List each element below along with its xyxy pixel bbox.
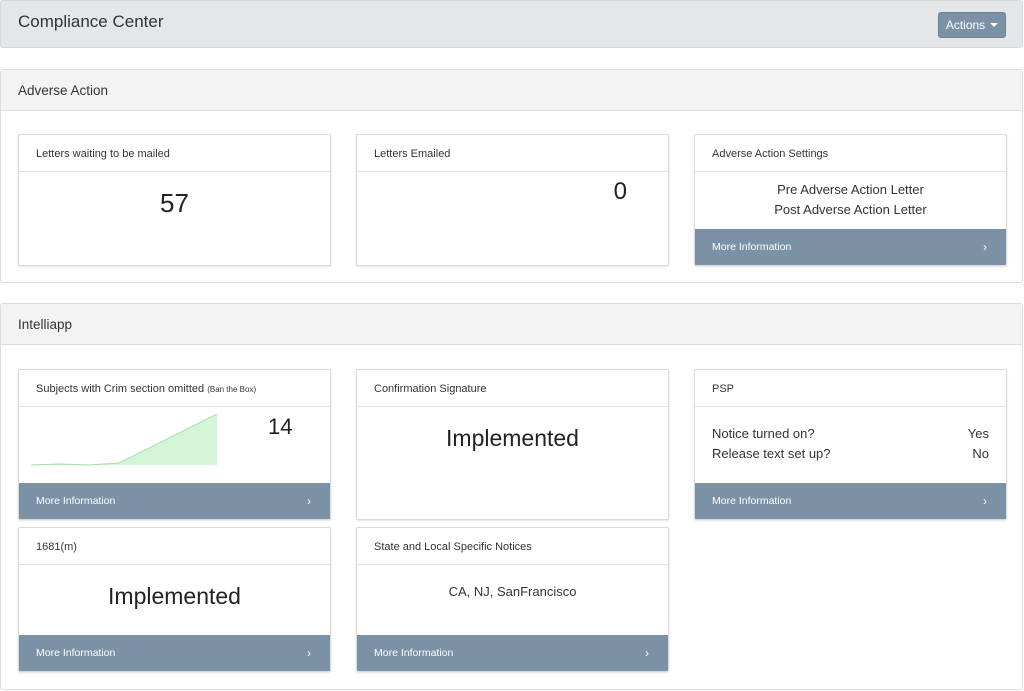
letters-waiting-card: Letters waiting to be mailed 57 (18, 134, 331, 266)
actions-label: Actions (945, 18, 986, 32)
chevron-right-icon: › (983, 240, 987, 254)
card-title: Subjects with Crim section omitted (Ban … (19, 370, 330, 407)
chevron-right-icon: › (983, 494, 987, 508)
chevron-right-icon: › (307, 494, 311, 508)
fcra-1681m-status: Implemented (108, 583, 241, 609)
adverse-action-section: Adverse Action Letters waiting to be mai… (0, 69, 1023, 283)
chevron-right-icon: › (645, 646, 649, 660)
more-information-label: More Information (712, 495, 792, 507)
confirmation-signature-status: Implemented (446, 425, 579, 451)
psp-row-release: Release text set up? No (712, 446, 989, 461)
letters-waiting-count: 57 (160, 188, 189, 218)
more-information-link[interactable]: More Information › (695, 229, 1006, 265)
confirmation-signature-card: Confirmation Signature Implemented (356, 369, 669, 520)
state-local-notices-value: CA, NJ, SanFrancisco (448, 584, 577, 599)
more-information-link[interactable]: More Information › (695, 483, 1006, 519)
card-title: Adverse Action Settings (695, 135, 1006, 172)
card-title-text: Subjects with Crim section omitted (36, 383, 205, 395)
psp-card: PSP Notice turned on? Yes Release text s… (694, 369, 1007, 520)
state-local-notices-card: State and Local Specific Notices CA, NJ,… (356, 527, 669, 672)
card-title: PSP (695, 370, 1006, 407)
card-title: State and Local Specific Notices (357, 528, 668, 565)
crim-omitted-sparkline (30, 414, 218, 466)
crim-omitted-card: Subjects with Crim section omitted (Ban … (18, 369, 331, 520)
more-information-label: More Information (712, 241, 792, 253)
section-title: Adverse Action (1, 70, 1022, 111)
intelliapp-section: Intelliapp Subjects with Crim section om… (0, 303, 1023, 690)
psp-row-label: Notice turned on? (712, 426, 815, 441)
letters-emailed-card: Letters Emailed 0 (356, 134, 669, 266)
actions-dropdown-button[interactable]: Actions (938, 12, 1006, 38)
section-title: Intelliapp (1, 304, 1022, 345)
letters-emailed-count: 0 (613, 178, 627, 205)
more-information-label: More Information (36, 647, 116, 659)
crim-omitted-count: 14 (268, 414, 293, 439)
pre-adverse-letter: Pre Adverse Action Letter (777, 182, 924, 197)
more-information-link[interactable]: More Information › (19, 483, 330, 519)
psp-row-value: No (972, 446, 989, 461)
psp-row-notice: Notice turned on? Yes (712, 426, 989, 441)
post-adverse-letter: Post Adverse Action Letter (774, 202, 927, 217)
page-title: Compliance Center (18, 12, 164, 31)
more-information-label: More Information (36, 495, 116, 507)
more-information-label: More Information (374, 647, 454, 659)
more-information-link[interactable]: More Information › (19, 635, 330, 671)
chevron-right-icon: › (307, 646, 311, 660)
psp-row-value: Yes (967, 426, 989, 441)
card-title: Letters waiting to be mailed (19, 135, 330, 172)
card-title: 1681(m) (19, 528, 330, 565)
psp-row-label: Release text set up? (712, 446, 831, 461)
more-information-link[interactable]: More Information › (357, 635, 668, 671)
adverse-action-settings-card: Adverse Action Settings Pre Adverse Acti… (694, 134, 1007, 266)
caret-down-icon (990, 23, 999, 27)
fcra-1681m-card: 1681(m) Implemented More Information › (18, 527, 331, 672)
top-bar: Compliance Center Actions (0, 0, 1023, 48)
card-title-note: (Ban the Box) (207, 385, 257, 394)
card-title: Letters Emailed (357, 135, 668, 172)
card-title: Confirmation Signature (357, 370, 668, 407)
